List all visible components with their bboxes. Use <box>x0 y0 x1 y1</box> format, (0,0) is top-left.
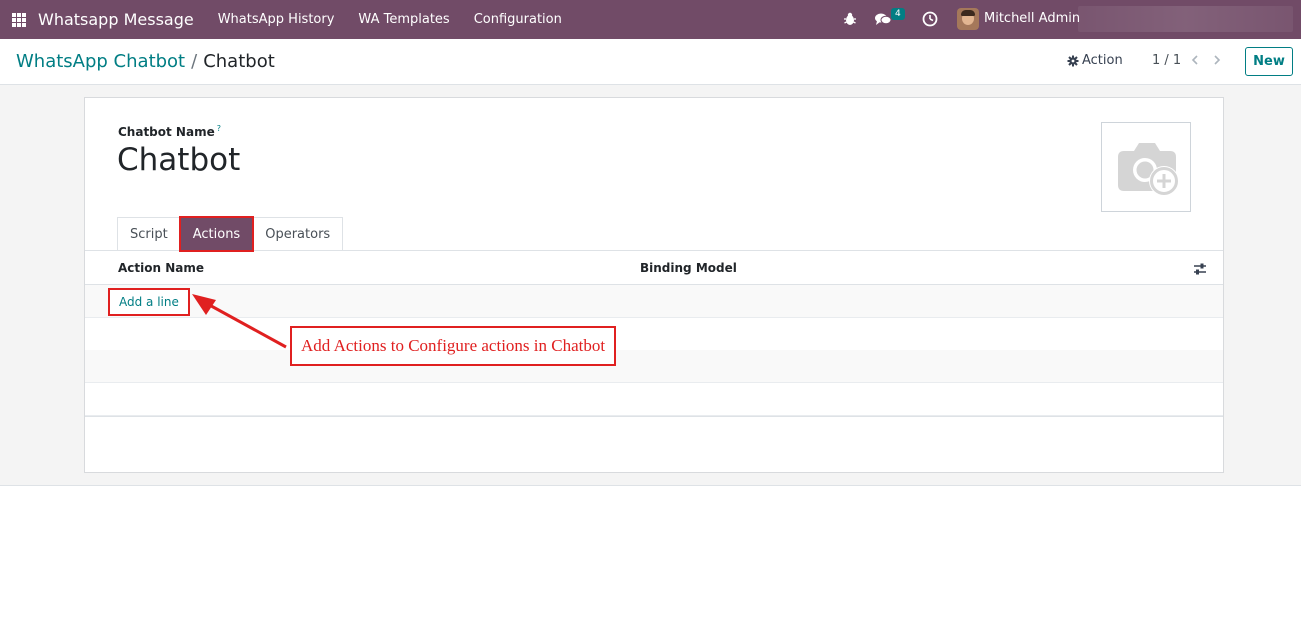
breadcrumb: WhatsApp Chatbot / Chatbot <box>16 51 275 72</box>
action-button[interactable]: Action <box>1067 53 1123 68</box>
help-tooltip-icon[interactable]: ? <box>217 124 221 133</box>
table-row <box>85 383 1223 416</box>
annotation-arrow <box>192 294 287 349</box>
form-sheet: Chatbot Name? Chatbot Script Actions Ope… <box>84 97 1224 473</box>
tab-actions[interactable]: Actions <box>178 216 255 252</box>
chevron-right-icon[interactable] <box>1211 54 1223 66</box>
list-header: Action Name Binding Model <box>85 251 1223 285</box>
gear-icon <box>1067 55 1079 66</box>
chatbot-name-label-text: Chatbot Name <box>118 125 215 139</box>
chatbot-name-label: Chatbot Name? <box>118 124 221 139</box>
action-label: Action <box>1082 53 1123 68</box>
user-name[interactable]: Mitchell Admin <box>984 11 1080 26</box>
tab-operators[interactable]: Operators <box>252 217 344 251</box>
image-upload-field[interactable] <box>1101 122 1191 212</box>
pager-value[interactable]: 1 / 1 <box>1152 53 1181 68</box>
chatbot-name-field[interactable]: Chatbot <box>117 142 240 178</box>
table-row <box>85 350 1223 383</box>
clock-icon[interactable] <box>922 11 938 27</box>
new-button[interactable]: New <box>1245 47 1293 76</box>
app-title[interactable]: Whatsapp Message <box>38 10 194 29</box>
add-line-button[interactable]: Add a line <box>108 288 190 316</box>
menu-item-whatsapp-history[interactable]: WhatsApp History <box>218 12 335 27</box>
optional-columns-icon[interactable] <box>1193 262 1207 276</box>
tab-script[interactable]: Script <box>117 217 181 251</box>
breadcrumb-current: Chatbot <box>203 51 275 72</box>
bug-icon[interactable] <box>843 12 857 26</box>
list-footer <box>85 416 1223 417</box>
annotation-callout: Add Actions to Configure actions in Chat… <box>290 326 617 366</box>
avatar[interactable] <box>957 8 979 30</box>
breadcrumb-parent[interactable]: WhatsApp Chatbot <box>16 51 185 72</box>
chat-count-badge: 4 <box>891 8 905 20</box>
chat-icon[interactable] <box>875 12 891 26</box>
column-header-action-name[interactable]: Action Name <box>118 261 204 275</box>
redacted-area <box>1078 6 1293 32</box>
camera-add-icon <box>1118 143 1179 196</box>
apps-grid-icon[interactable] <box>12 12 26 27</box>
menu-item-configuration[interactable]: Configuration <box>474 12 562 27</box>
chevron-left-icon[interactable] <box>1189 54 1201 66</box>
control-panel: WhatsApp Chatbot / Chatbot Action 1 / 1 Ne… <box>0 39 1301 85</box>
breadcrumb-separator: / <box>191 51 198 72</box>
menu-item-wa-templates[interactable]: WA Templates <box>358 12 449 27</box>
notebook-tabs: Script Actions Operators <box>117 216 344 252</box>
column-header-binding-model[interactable]: Binding Model <box>640 261 737 275</box>
